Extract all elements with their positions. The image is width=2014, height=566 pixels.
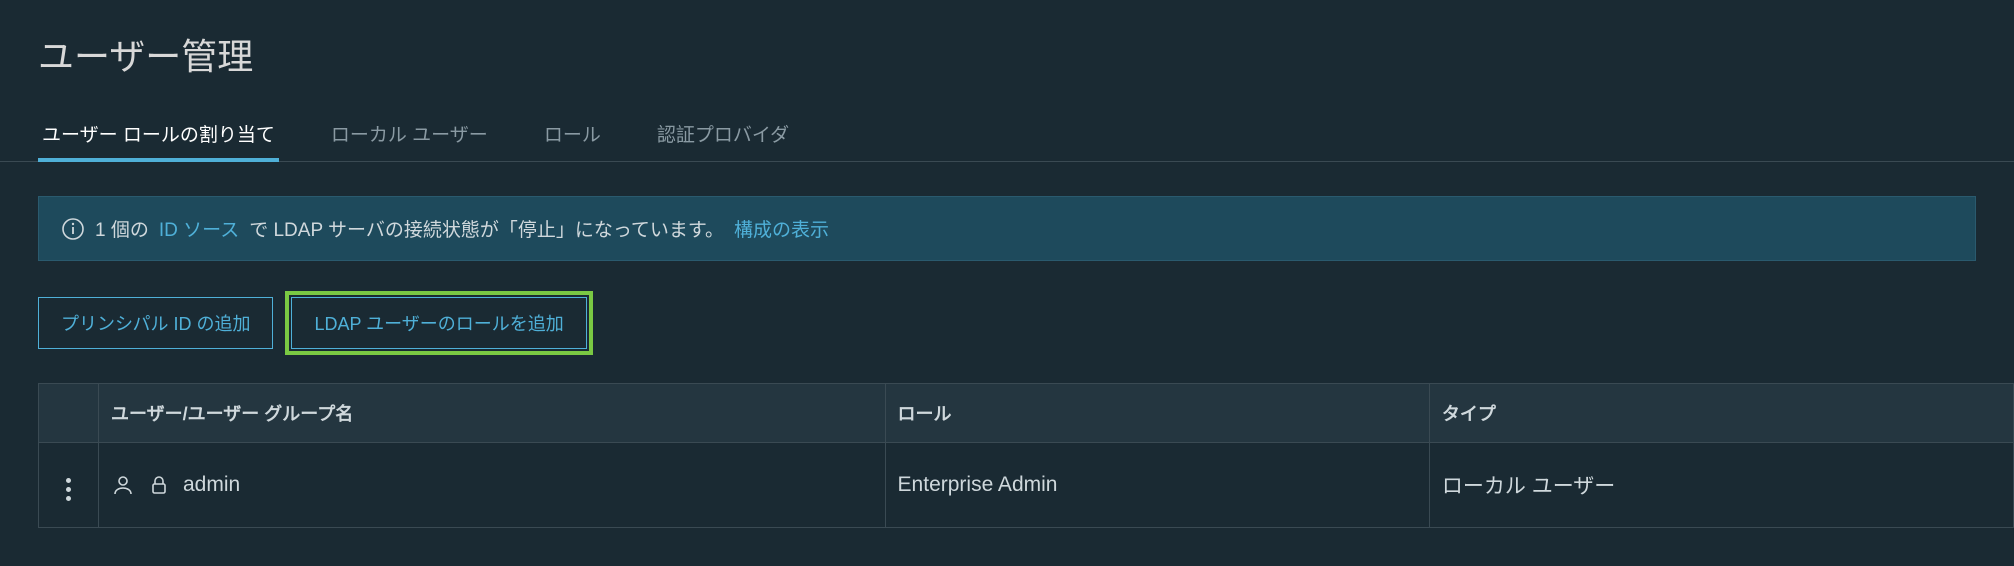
info-text-mid: で LDAP サーバの接続状態が「停止」になっています。 [249, 215, 724, 242]
user-type: ローカル ユーザー [1429, 443, 2013, 528]
column-header-actions [39, 384, 99, 443]
column-header-name: ユーザー/ユーザー グループ名 [99, 384, 886, 443]
tabs: ユーザー ロールの割り当て ローカル ユーザー ロール 認証プロバイダ [0, 110, 2014, 162]
row-actions-menu-icon[interactable] [62, 474, 75, 505]
lock-icon [147, 473, 171, 497]
user-role: Enterprise Admin [885, 443, 1429, 528]
add-ldap-user-role-button[interactable]: LDAP ユーザーのロールを追加 [291, 297, 586, 349]
column-header-type: タイプ [1429, 384, 2013, 443]
role-assignment-table: ユーザー/ユーザー グループ名 ロール タイプ [38, 383, 2014, 528]
tab-roles[interactable]: ロール [540, 110, 605, 161]
page-title: ユーザー管理 [0, 0, 2014, 110]
info-link-view-config[interactable]: 構成の表示 [734, 215, 829, 242]
info-link-id-source[interactable]: ID ソース [159, 215, 239, 242]
user-name: admin [183, 473, 240, 497]
tab-auth-providers[interactable]: 認証プロバイダ [653, 110, 793, 161]
info-banner: 1 個の ID ソース で LDAP サーバの接続状態が「停止」になっています。… [38, 196, 1976, 261]
info-icon [61, 217, 85, 241]
info-text-prefix: 1 個の [95, 215, 149, 242]
tab-user-role-assignment[interactable]: ユーザー ロールの割り当て [38, 110, 279, 161]
column-header-role: ロール [885, 384, 1429, 443]
add-principal-id-button[interactable]: プリンシパル ID の追加 [38, 297, 273, 349]
action-row: プリンシパル ID の追加 LDAP ユーザーのロールを追加 [0, 261, 2014, 349]
table-row: admin Enterprise Admin ローカル ユーザー [39, 443, 2014, 528]
user-icon [111, 473, 135, 497]
tab-local-users[interactable]: ローカル ユーザー [327, 110, 492, 161]
